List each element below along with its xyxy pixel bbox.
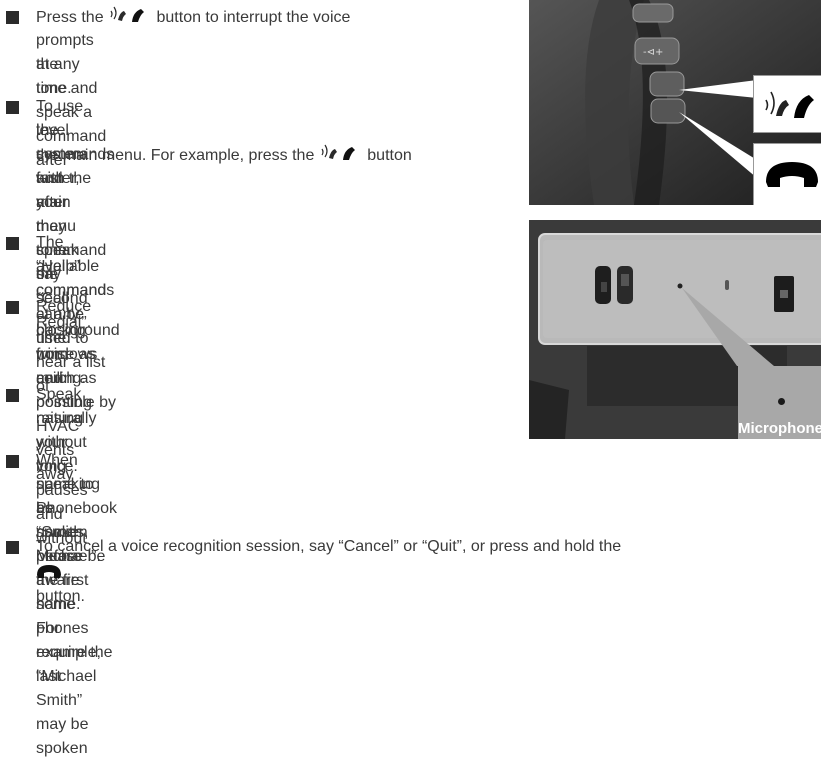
text: To cancel a voice recognition session, s… bbox=[36, 538, 622, 555]
bullet-square bbox=[6, 541, 19, 554]
microphone-dot-icon bbox=[778, 398, 785, 405]
voice-talk-icon bbox=[765, 91, 814, 118]
steering-controls-photo: -⊲+ bbox=[529, 0, 821, 205]
microphone-location-photo: Microphone bbox=[529, 220, 821, 439]
text: button. bbox=[36, 588, 85, 605]
text: Press the bbox=[36, 9, 104, 26]
bullet-square bbox=[6, 455, 19, 468]
phone-hangup-icon bbox=[37, 565, 61, 578]
hangup-button-callout bbox=[753, 143, 821, 205]
text: the tone. bbox=[36, 56, 72, 97]
microphone-label: Microphone bbox=[738, 420, 821, 437]
talk-button-callout bbox=[753, 75, 821, 133]
text: button to interrupt the voice bbox=[156, 9, 351, 26]
phone-hangup-icon bbox=[766, 162, 818, 187]
voice-talk-icon bbox=[110, 6, 145, 22]
voice-talk-icon bbox=[321, 144, 355, 160]
text: button bbox=[367, 147, 412, 164]
svg-text:-⊲+: -⊲+ bbox=[643, 47, 663, 58]
bullet-square bbox=[6, 101, 19, 114]
bullet-square bbox=[6, 301, 19, 314]
bullet-square bbox=[6, 389, 19, 402]
microphone-callout: Microphone bbox=[738, 366, 821, 439]
text: the main menu. For example, press the bbox=[36, 147, 315, 164]
bullet-square bbox=[6, 237, 19, 250]
bullet-square bbox=[6, 11, 19, 24]
